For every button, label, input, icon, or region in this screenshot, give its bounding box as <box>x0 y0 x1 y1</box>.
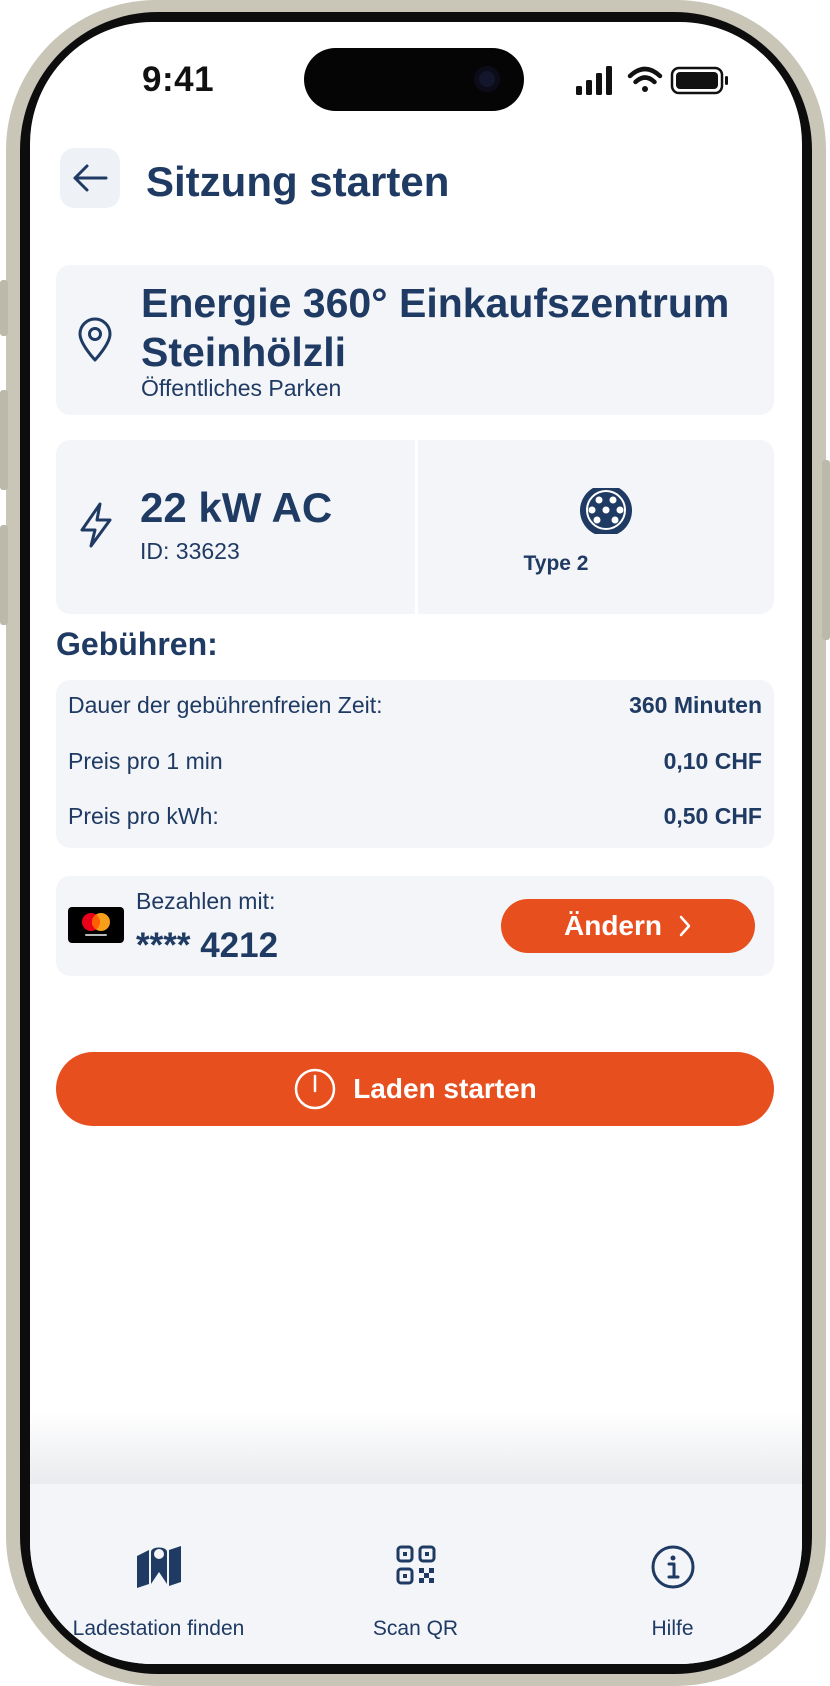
back-button[interactable] <box>60 148 120 208</box>
fee-value: 0,10 CHF <box>663 748 762 774</box>
qr-code-icon <box>396 1545 435 1585</box>
payment-card: Bezahlen mit: **** 4212 Ändern <box>56 876 774 976</box>
phone-side-button <box>0 390 8 490</box>
arrow-left-icon <box>73 164 108 192</box>
phone-side-button <box>0 525 8 625</box>
camera-icon <box>474 66 500 92</box>
change-payment-button[interactable]: Ändern <box>501 899 755 953</box>
tab-find-station[interactable]: Ladestation finden <box>30 1484 287 1664</box>
lightning-icon <box>76 500 116 555</box>
power-icon <box>293 1067 337 1111</box>
page-header: Sitzung starten <box>30 148 802 228</box>
tabbar-shadow <box>30 1412 802 1492</box>
fee-label: Preis pro 1 min <box>68 748 223 774</box>
chevron-right-icon <box>678 914 692 938</box>
start-charging-label: Laden starten <box>353 1073 537 1104</box>
charger-info-card: 22 kW AC ID: 33623 Type 2 <box>56 440 774 614</box>
connector-type-label: Type 2 <box>523 552 589 575</box>
payment-label: Bezahlen mit: <box>136 888 276 914</box>
location-card: Energie 360° Einkaufszentrum Steinhölzli… <box>56 265 774 415</box>
tab-label: Hilfe <box>651 1617 694 1640</box>
divider <box>415 440 418 614</box>
tab-scan-qr[interactable]: Scan QR <box>287 1484 544 1664</box>
location-type: Öffentliches Parken <box>141 375 342 401</box>
fees-title: Gebühren: <box>56 626 218 662</box>
bottom-tab-bar: Ladestation finden Scan QR Hilfe <box>30 1484 802 1664</box>
change-button-label: Ändern <box>564 910 662 941</box>
info-icon <box>651 1545 694 1589</box>
charger-power: 22 kW AC <box>140 484 333 531</box>
tab-label: Ladestation finden <box>72 1617 245 1640</box>
location-name: Energie 360° Einkaufszentrum Steinhölzli <box>141 280 730 375</box>
mastercard-icon <box>68 907 124 943</box>
type2-connector-icon <box>577 484 635 539</box>
battery-icon <box>670 66 728 95</box>
phone-side-button <box>0 280 8 336</box>
card-number: **** 4212 <box>136 926 279 965</box>
map-icon <box>136 1546 181 1588</box>
map-pin-icon <box>76 317 114 368</box>
fee-row: Preis pro 1 min 0,10 CHF <box>68 748 762 778</box>
tab-help[interactable]: Hilfe <box>544 1484 801 1664</box>
tab-label: Scan QR <box>372 1617 459 1640</box>
status-icons <box>574 62 764 98</box>
fees-card: Dauer der gebührenfreien Zeit: 360 Minut… <box>56 680 774 848</box>
status-time: 9:41 <box>142 60 215 99</box>
wifi-icon <box>627 66 663 92</box>
app-screen: 9:41 Sitzung starten Energie 360° Einkau… <box>30 22 802 1664</box>
fee-row: Dauer der gebührenfreien Zeit: 360 Minut… <box>68 692 762 722</box>
start-charging-button[interactable]: Laden starten <box>56 1052 774 1126</box>
status-bar: 9:41 <box>30 22 802 122</box>
fee-value: 0,50 CHF <box>663 803 762 829</box>
charger-id: ID: 33623 <box>140 538 240 564</box>
fee-row: Preis pro kWh: 0,50 CHF <box>68 803 762 833</box>
fee-value: 360 Minuten <box>629 692 762 718</box>
phone-side-button <box>822 460 830 640</box>
fee-label: Dauer der gebührenfreien Zeit: <box>68 692 383 718</box>
page-title: Sitzung starten <box>146 158 450 205</box>
fee-label: Preis pro kWh: <box>68 803 219 829</box>
signal-icon <box>576 66 612 95</box>
